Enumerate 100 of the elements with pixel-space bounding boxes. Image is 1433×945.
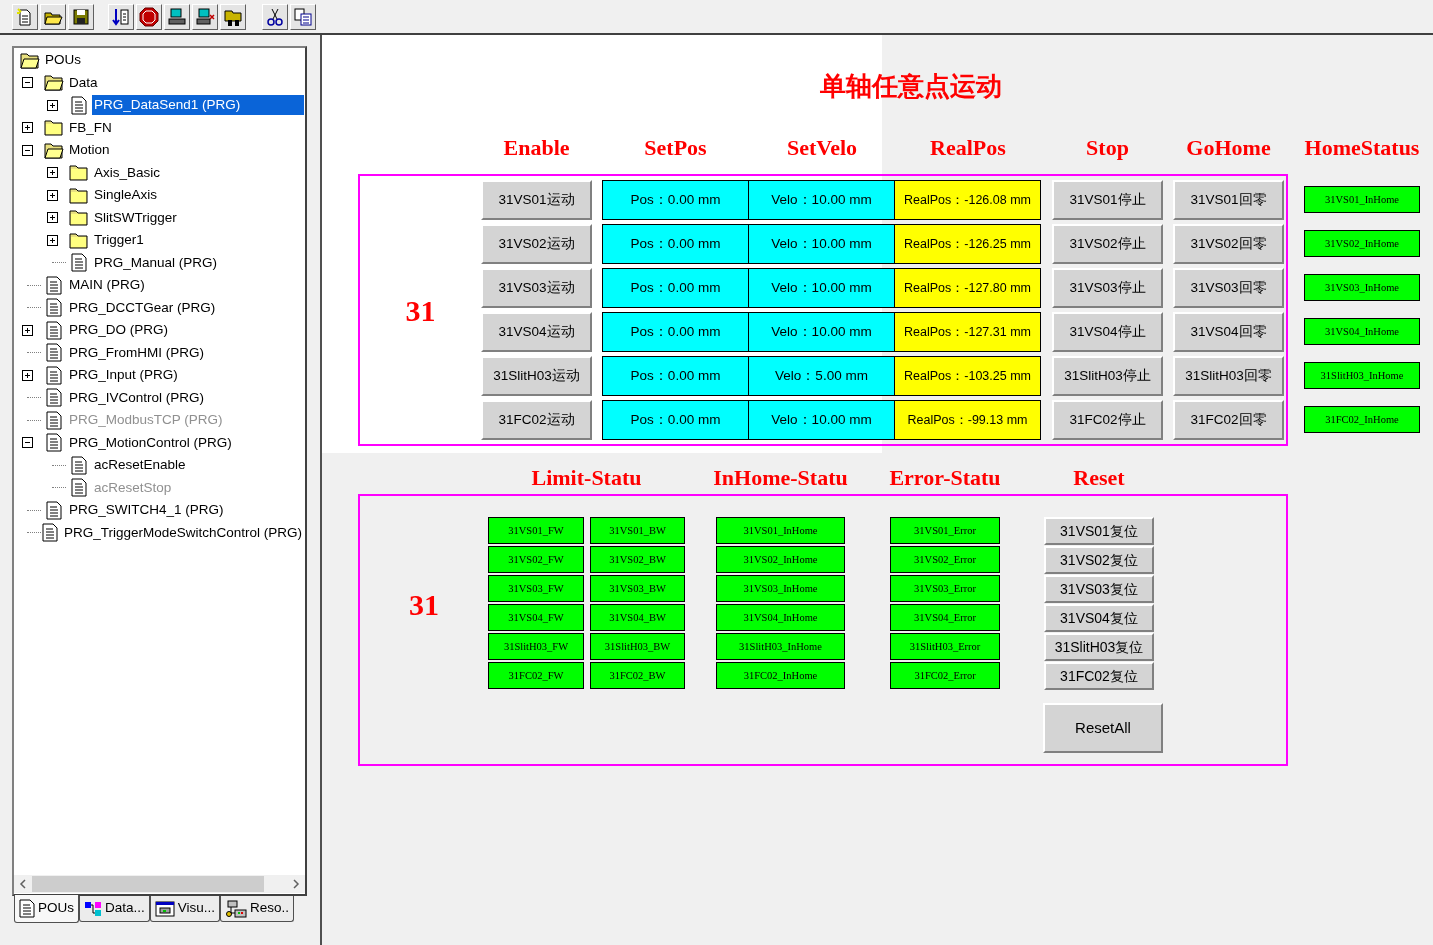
panel-tab[interactable]: POUs	[14, 895, 79, 923]
document-icon	[71, 455, 87, 475]
stop-button[interactable]: 31VS04停止	[1052, 312, 1163, 352]
expand-icon[interactable]	[47, 234, 58, 246]
tree-item[interactable]: Trigger1	[92, 230, 146, 251]
enable-button[interactable]: 31VS04运动	[481, 312, 592, 352]
folder-icon[interactable]	[220, 3, 246, 30]
collapse-icon[interactable]	[22, 144, 33, 156]
stop-button[interactable]: 31SlitH03停止	[1052, 356, 1163, 396]
panel-tab[interactable]: Reso..	[220, 896, 295, 922]
stop-button[interactable]: 31VS03停止	[1052, 268, 1163, 308]
status-indicator: 31VS03_FW	[488, 575, 584, 602]
tree-item[interactable]: FB_FN	[67, 117, 114, 138]
tree-item[interactable]: PRG_Input (PRG)	[67, 365, 180, 386]
computer-icon[interactable]	[164, 3, 190, 30]
reset-button[interactable]: 31FC02复位	[1044, 662, 1154, 690]
value-display: Pos：0.00 mm	[602, 224, 749, 264]
panel-tab[interactable]: Visu...	[149, 896, 221, 922]
tree-item[interactable]: POUs	[43, 50, 83, 71]
value-display: Velo：10.00 mm	[749, 268, 895, 308]
tree-item[interactable]: PRG_DO (PRG)	[67, 320, 170, 341]
expand-icon[interactable]	[22, 369, 33, 381]
status-indicator: 31FC02_InHome	[716, 662, 845, 689]
copy-icon[interactable]	[290, 3, 316, 30]
status-indicator: 31SlitH03_FW	[488, 633, 584, 660]
stop-icon[interactable]	[136, 3, 162, 30]
tree-item[interactable]: acResetEnable	[92, 455, 188, 476]
document-icon	[19, 899, 35, 918]
reset-button[interactable]: 31VS01复位	[1044, 517, 1154, 545]
enable-button[interactable]: 31VS03运动	[481, 268, 592, 308]
status-indicator: 31VS01_InHome	[716, 517, 845, 544]
document-icon	[46, 500, 62, 520]
horizontal-scrollbar[interactable]	[14, 875, 305, 893]
save-icon[interactable]	[68, 3, 94, 30]
status-indicator: 31FC02_BW	[590, 662, 685, 689]
home-button[interactable]: 31FC02回零	[1173, 400, 1284, 440]
reset-button[interactable]: 31SlitH03复位	[1044, 633, 1154, 661]
expand-icon[interactable]	[47, 189, 58, 201]
expand-icon[interactable]	[22, 122, 33, 134]
status-indicator: 31VS02_BW	[590, 546, 685, 573]
expand-icon[interactable]	[47, 99, 58, 111]
cut-icon[interactable]	[262, 3, 288, 30]
home-button[interactable]: 31VS01回零	[1173, 180, 1284, 220]
value-display: Pos：0.00 mm	[602, 312, 749, 352]
stop-button[interactable]: 31FC02停止	[1052, 400, 1163, 440]
tree-item[interactable]: Axis_Basic	[92, 162, 163, 183]
tree-item[interactable]: PRG_IVControl (PRG)	[67, 387, 207, 408]
expand-icon[interactable]	[47, 167, 58, 179]
computer-icon[interactable]	[192, 3, 218, 30]
panel-tab[interactable]: Data...	[79, 896, 150, 922]
enable-button[interactable]: 31SlitH03运动	[481, 356, 592, 396]
tree-item[interactable]: PRG_TriggerModeSwitchControl (PRG)	[61, 522, 304, 543]
home-button[interactable]: 31VS03回零	[1173, 268, 1284, 308]
document-icon	[71, 253, 87, 273]
tree-item[interactable]: PRG_SWITCH4_1 (PRG)	[67, 500, 226, 521]
tree-item[interactable]: SlitSWTrigger	[92, 207, 179, 228]
enable-button[interactable]: 31VS01运动	[481, 180, 592, 220]
stop-button[interactable]: 31VS02停止	[1052, 224, 1163, 264]
expand-icon[interactable]	[22, 324, 33, 336]
document-icon	[46, 388, 62, 408]
status-indicator: 31VS04_FW	[488, 604, 584, 631]
reset-button[interactable]: 31VS04复位	[1044, 604, 1154, 632]
home-button[interactable]: 31SlitH03回零	[1173, 356, 1284, 396]
value-display: Velo：10.00 mm	[749, 312, 895, 352]
open-folder-icon[interactable]	[40, 3, 66, 30]
stop-button[interactable]: 31VS01停止	[1052, 180, 1163, 220]
download-icon[interactable]	[108, 3, 134, 30]
enable-button[interactable]: 31FC02运动	[481, 400, 592, 440]
status-indicator: 31FC02_FW	[488, 662, 584, 689]
document-icon	[46, 365, 62, 385]
column-header: SetVelo	[786, 135, 858, 161]
column-header: Stop	[1086, 135, 1129, 161]
document-icon	[71, 478, 87, 498]
folder-icon	[69, 164, 89, 182]
status-indicator: 31VS01_FW	[488, 517, 584, 544]
reset-button[interactable]: 31VS03复位	[1044, 575, 1154, 603]
home-button[interactable]: 31VS04回零	[1173, 312, 1284, 352]
collapse-icon[interactable]	[22, 77, 33, 89]
tree-item[interactable]: PRG_DCCTGear (PRG)	[67, 297, 218, 318]
tree-item[interactable]: SingleAxis	[92, 185, 160, 206]
tree-item[interactable]: MAIN (PRG)	[67, 275, 147, 296]
tree-item[interactable]: PRG_FromHMI (PRG)	[67, 342, 206, 363]
tree-item[interactable]: PRG_DataSend1 (PRG)	[92, 95, 304, 116]
status-indicator: 31VS02_Error	[890, 546, 1000, 573]
scrollbar-thumb[interactable]	[32, 876, 264, 892]
visualization-icon	[154, 900, 175, 917]
page-title: 单轴任意点运动	[820, 70, 1002, 103]
tree-item[interactable]: PRG_Manual (PRG)	[92, 252, 220, 273]
tree-item[interactable]: Data	[67, 72, 100, 93]
new-file-icon[interactable]	[12, 3, 38, 30]
status-indicator: 31VS04_InHome	[1304, 318, 1420, 345]
collapse-icon[interactable]	[22, 437, 33, 449]
tree-item[interactable]: PRG_MotionControl (PRG)	[67, 432, 234, 453]
expand-icon[interactable]	[47, 212, 58, 224]
home-button[interactable]: 31VS02回零	[1173, 224, 1284, 264]
status-indicator: 31SlitH03_InHome	[716, 633, 845, 660]
tree-item[interactable]: Motion	[67, 140, 112, 161]
reset-button[interactable]: 31VS02复位	[1044, 546, 1154, 574]
enable-button[interactable]: 31VS02运动	[481, 224, 592, 264]
reset-all-button[interactable]: ResetAll	[1043, 703, 1163, 753]
